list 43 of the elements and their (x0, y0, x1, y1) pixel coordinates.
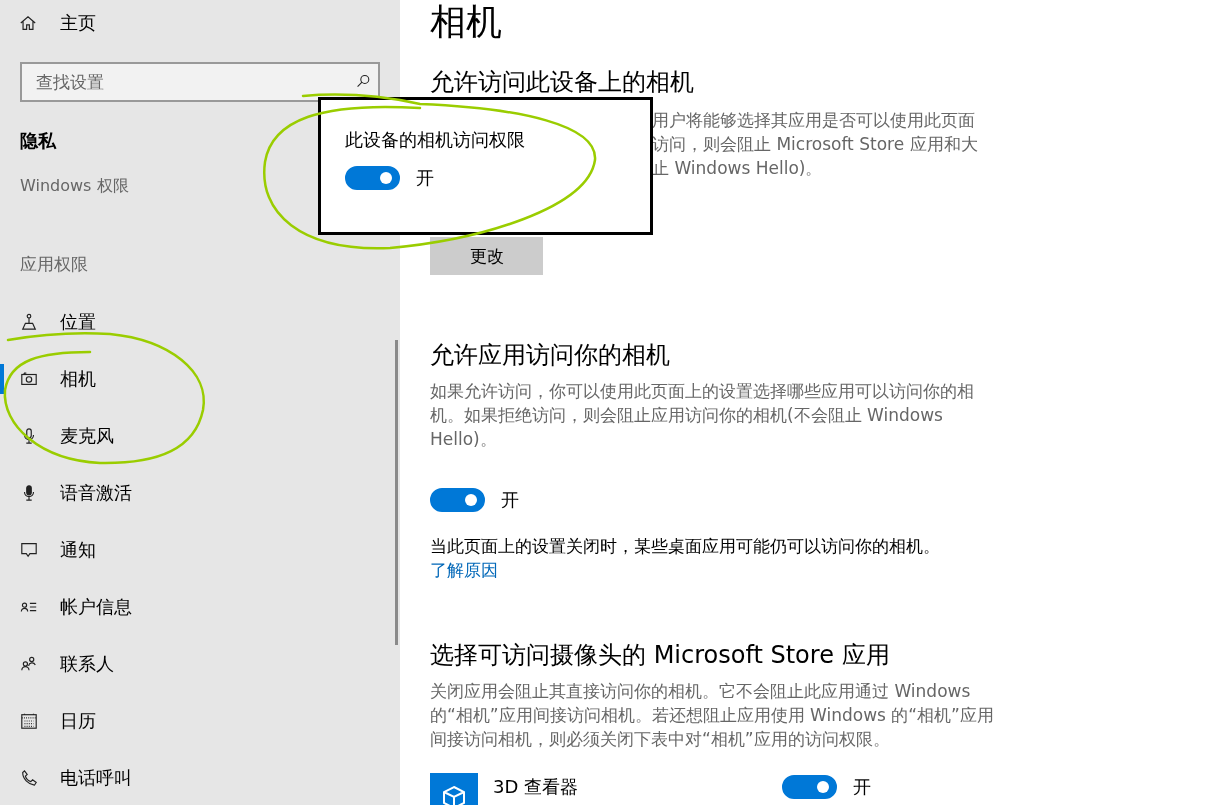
sidebar-item[interactable]: 通知 (0, 535, 400, 565)
description-text: 用户将能够选择其应用是否可以使用此页面 (652, 109, 976, 132)
toggle-label: 开 (501, 488, 519, 512)
sidebar-item[interactable]: 语音激活 (0, 478, 400, 508)
phone-icon (20, 769, 38, 787)
app-name: 3D 查看器 (493, 775, 580, 799)
group-heading: Windows 权限 (20, 175, 129, 197)
scrollbar[interactable] (395, 340, 398, 645)
sidebar-item[interactable]: 相机 (0, 364, 400, 394)
change-button[interactable]: 更改 (430, 237, 543, 275)
description-text: 访问，则会阻止 Microsoft Store 应用和大 (652, 133, 979, 156)
sidebar-item[interactable]: 联系人 (0, 649, 400, 679)
search-icon (356, 73, 372, 89)
calendar-icon (20, 712, 38, 730)
search-field[interactable]: 查找设置 (20, 62, 380, 102)
toggle-label: 开 (416, 166, 434, 190)
toggle-switch[interactable] (782, 775, 837, 799)
toggle-switch[interactable] (345, 166, 400, 190)
section-heading: 选择可访问摄像头的 Microsoft Store 应用 (430, 640, 891, 671)
camera-icon (20, 370, 38, 388)
description-text: 如果允许访问，你可以使用此页面上的设置选择哪些应用可以访问你的相机。如果拒绝访问，则会阻止应用访问你的相机(不会阻止 Windows Hello)。 (430, 380, 975, 451)
home-link[interactable]: 主页 (60, 11, 96, 35)
location-icon (20, 313, 38, 331)
toggle-label: 开 (853, 775, 871, 799)
popup-title: 此设备的相机访问权限 (345, 128, 526, 152)
page-title: 相机 (430, 0, 503, 44)
section-heading: 允许访问此设备上的相机 (430, 67, 695, 98)
section-heading: 允许应用访问你的相机 (430, 340, 671, 371)
section-title: 隐私 (20, 130, 56, 152)
home-icon (19, 14, 37, 32)
sidebar-item[interactable]: 日历 (0, 706, 400, 736)
sidebar-item[interactable]: 帐户信息 (0, 592, 400, 622)
description-text: 止 Windows Hello)。 (652, 157, 824, 180)
sidebar-item[interactable]: 麦克风 (0, 421, 400, 451)
sidebar-item[interactable]: 电话呼叫 (0, 763, 400, 793)
sidebar-item[interactable]: 位置 (0, 307, 400, 337)
people-icon (20, 655, 38, 673)
description-text: 关闭应用会阻止其直接访问你的相机。它不会阻止此应用通过 Windows 的“相机”应用间接访问相机。若还想阻止应用使用 Windows 的“相机”应用间接访问相机，则必须关闭下表中对“相机”应用的访问权限。 (430, 680, 995, 751)
learn-more-link[interactable]: 了解原因 (430, 560, 498, 580)
toggle-switch[interactable] (430, 488, 485, 512)
group-heading: 应用权限 (20, 253, 88, 275)
note-text: 当此页面上的设置关闭时，某些桌面应用可能仍可以访问你的相机。 了解原因 (430, 535, 941, 582)
speech-bubble-icon (20, 541, 38, 559)
